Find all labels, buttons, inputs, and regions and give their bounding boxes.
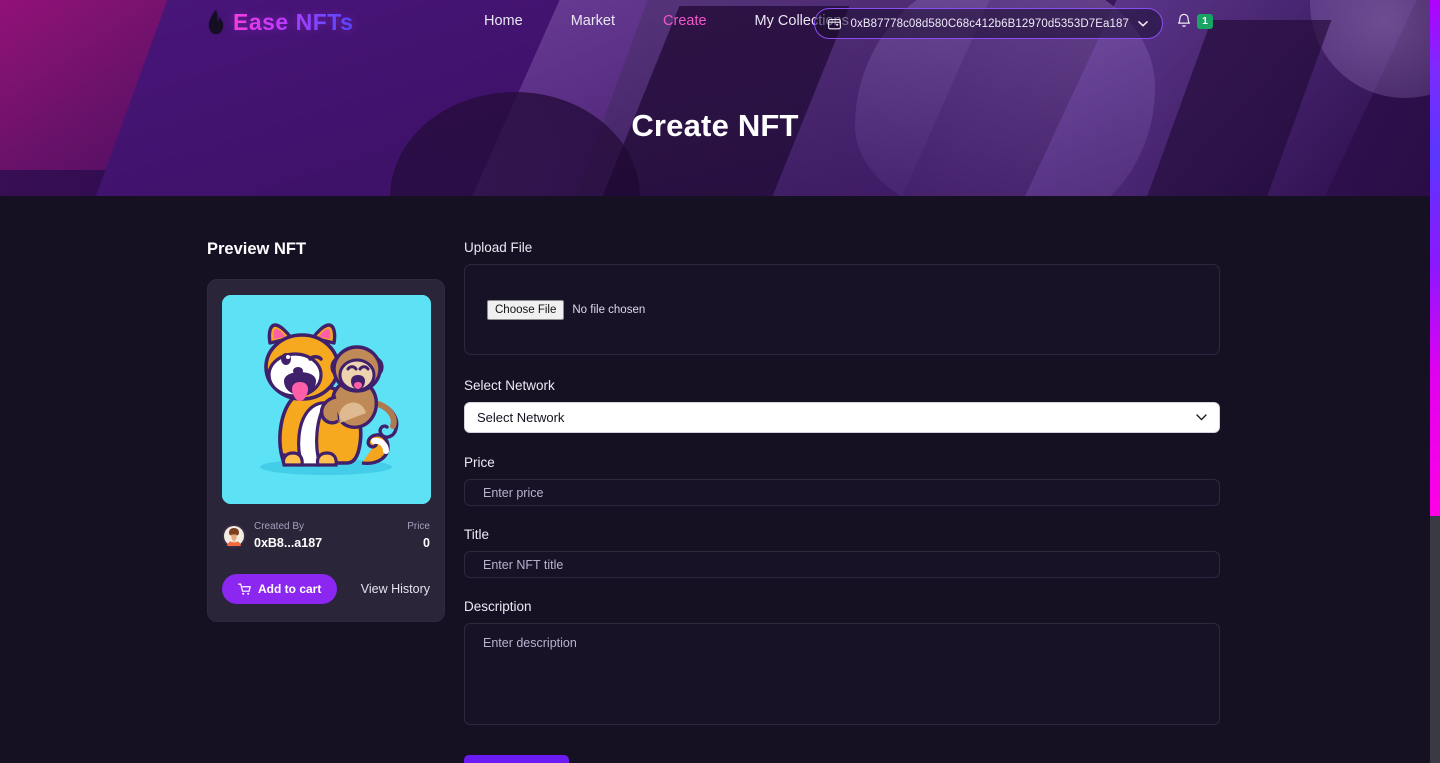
chevron-down-icon bbox=[1196, 414, 1207, 421]
created-by-value: 0xB8...a187 bbox=[254, 535, 323, 550]
nft-card-meta: Created By 0xB8...a187 Price 0 bbox=[222, 520, 430, 552]
upload-file-dropzone[interactable]: Choose File No file chosen bbox=[464, 264, 1220, 355]
app-root: Create NFT Ease NFTs Home Market Create … bbox=[0, 0, 1440, 763]
scrollbar-track[interactable] bbox=[1430, 0, 1440, 763]
created-by-label: Created By bbox=[254, 521, 305, 532]
shopping-cart-icon bbox=[238, 583, 251, 595]
wallet-icon bbox=[828, 18, 842, 29]
nft-artwork bbox=[222, 295, 431, 504]
preview-section-title: Preview NFT bbox=[207, 240, 307, 258]
preview-column: Preview NFT Created By 0xB8...a187 Price… bbox=[207, 240, 445, 622]
page-title: Create NFT bbox=[631, 108, 799, 143]
description-textarea[interactable] bbox=[464, 623, 1220, 725]
nft-card-actions: Add to cart View History bbox=[222, 574, 430, 604]
notification-count-badge: 1 bbox=[1197, 13, 1213, 30]
title-label: Title bbox=[464, 527, 490, 542]
create-nft-button[interactable]: Create NFT bbox=[464, 755, 569, 763]
choose-file-button[interactable]: Choose File bbox=[487, 299, 565, 320]
price-value: 0 bbox=[423, 535, 430, 550]
description-label: Description bbox=[464, 599, 532, 614]
wallet-address-text: 0xB87778c08d580C68c412b6B12970d5353D7Ea1… bbox=[850, 17, 1129, 30]
price-input[interactable] bbox=[464, 479, 1220, 506]
flame-icon bbox=[208, 9, 224, 34]
nav-item-home[interactable]: Home bbox=[460, 13, 547, 29]
creator-info: Created By 0xB8...a187 bbox=[222, 520, 322, 552]
upload-file-label: Upload File bbox=[464, 240, 533, 255]
file-status-text: No file chosen bbox=[572, 303, 646, 316]
wallet-address-button[interactable]: 0xB87778c08d580C68c412b6B12970d5353D7Ea1… bbox=[814, 8, 1163, 39]
scrollbar-thumb[interactable] bbox=[1430, 0, 1440, 516]
nav-links: Home Market Create My Collections bbox=[460, 13, 873, 29]
price-label: Price bbox=[407, 521, 430, 532]
title-input[interactable] bbox=[464, 551, 1220, 578]
select-network-dropdown[interactable]: Select Network bbox=[464, 402, 1220, 433]
select-network-wrapper: Select Network bbox=[464, 402, 1220, 433]
notifications-button[interactable]: 1 bbox=[1176, 13, 1213, 30]
create-nft-form: Upload File Choose File No file chosen S… bbox=[464, 240, 1220, 763]
file-input-row: Choose File No file chosen bbox=[487, 299, 646, 320]
select-network-label: Select Network bbox=[464, 378, 555, 393]
price-label: Price bbox=[464, 455, 495, 470]
main-content: Preview NFT Created By 0xB8...a187 Price… bbox=[0, 196, 1430, 763]
brand-name: Ease NFTs bbox=[233, 9, 354, 35]
add-to-cart-label: Add to cart bbox=[258, 582, 322, 596]
nft-preview-card: Created By 0xB8...a187 Price 0 Add to ca… bbox=[207, 279, 445, 622]
avatar bbox=[222, 524, 246, 548]
navbar: Ease NFTs Home Market Create My Collecti… bbox=[0, 0, 1430, 48]
chevron-down-icon bbox=[1138, 20, 1148, 27]
bell-icon bbox=[1178, 13, 1191, 27]
view-history-link[interactable]: View History bbox=[361, 582, 430, 596]
nav-item-market[interactable]: Market bbox=[547, 13, 639, 29]
add-to-cart-button[interactable]: Add to cart bbox=[222, 574, 338, 604]
brand-logo[interactable]: Ease NFTs bbox=[207, 9, 353, 36]
nav-item-create[interactable]: Create bbox=[639, 13, 731, 29]
price-info: Price 0 bbox=[407, 520, 430, 552]
